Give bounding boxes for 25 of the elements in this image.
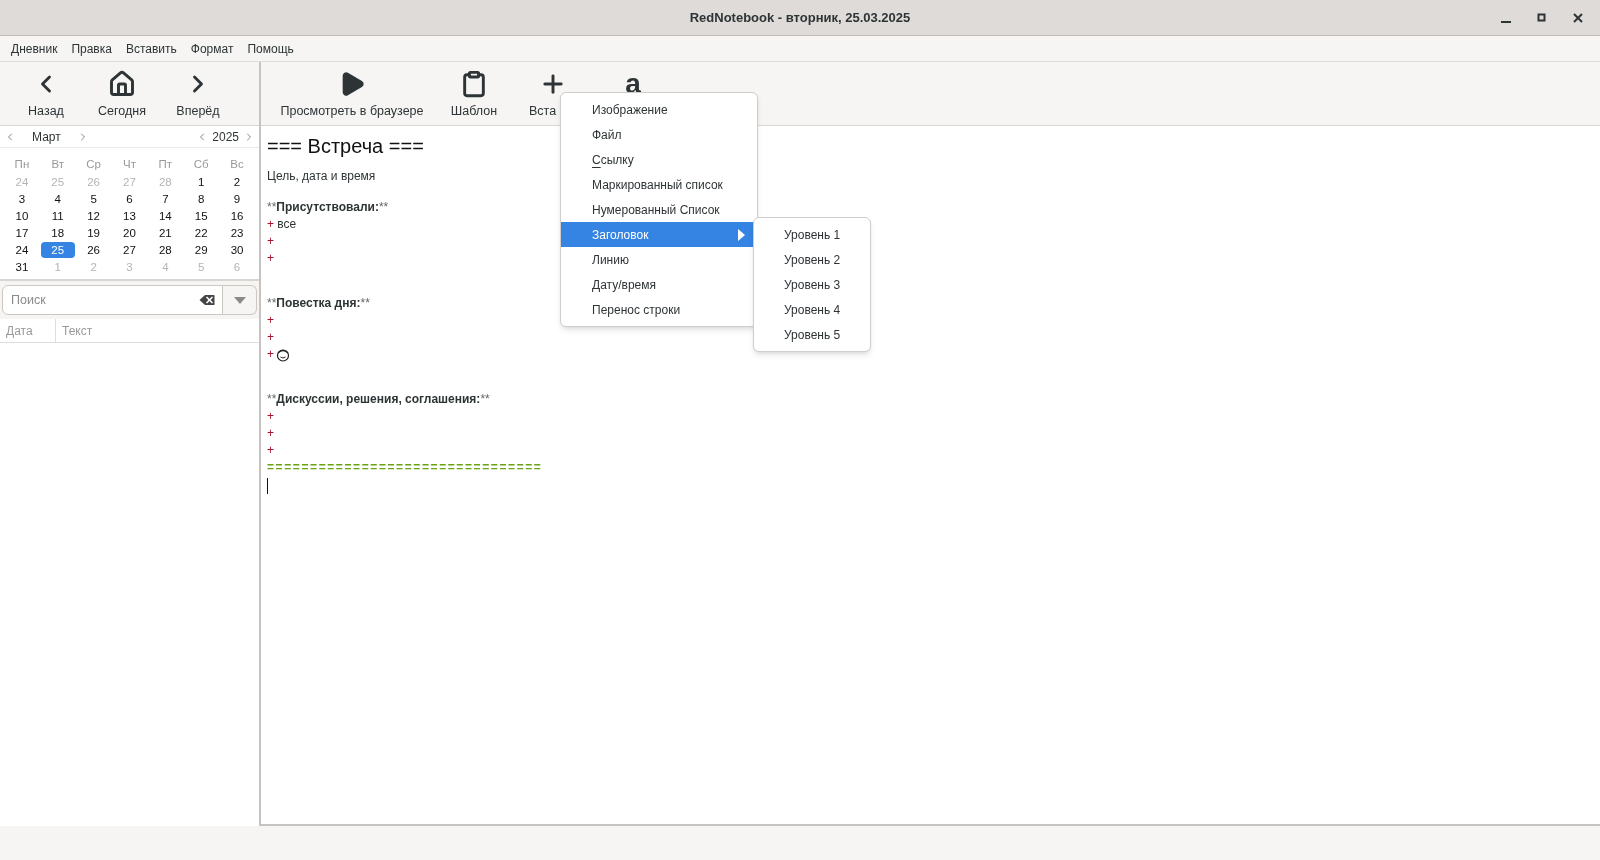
heading-text: === Встреча === (267, 134, 424, 159)
bullet-text: + (267, 312, 274, 329)
bold-markup-line: **Повестка дня:** (267, 295, 370, 312)
bold-markup-line: **Присутствовали:** (267, 199, 389, 216)
bold-markup-line: **Дискуссии, решения, соглашения:** (267, 391, 490, 408)
weekday-label: Пн (13, 157, 31, 172)
bullet-text: + (267, 408, 274, 425)
bullet-text: + (267, 250, 274, 267)
bullet-text: + (267, 329, 274, 346)
weekday-label: Ср (85, 157, 102, 172)
weekday-label: Чт (122, 157, 137, 172)
editor-text: Цель, дата и время (267, 168, 376, 185)
window-title: RedNotebook - вторник, 25.03.2025 (689, 8, 911, 27)
bullet-text: + (267, 425, 274, 442)
year-label: 2025 (212, 128, 239, 146)
bullet-text: + (267, 346, 274, 363)
bullet-text: + все (267, 216, 297, 233)
bullet-text: + (267, 233, 274, 250)
bullet-text: + (267, 442, 274, 459)
weekday-label: Сб (192, 157, 210, 172)
weekday-label: Вс (229, 157, 245, 172)
weekday-label: Пт (157, 157, 174, 172)
rule-markup: ================================ (267, 459, 543, 476)
weekday-label: Вт (50, 157, 66, 172)
month-label: Март (32, 128, 61, 146)
